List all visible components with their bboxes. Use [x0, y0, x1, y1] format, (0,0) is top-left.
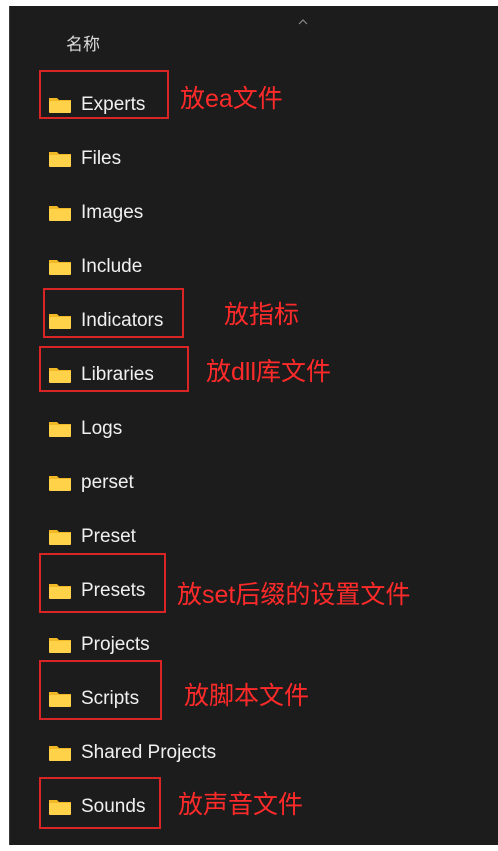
- file-explorer-list: 名称 Experts Files Images Include Indicato…: [9, 6, 498, 845]
- highlight-box-scripts: [39, 660, 162, 720]
- folder-row-projects[interactable]: Projects: [48, 632, 150, 658]
- annotation-sounds: 放声音文件: [178, 791, 304, 819]
- folder-row-perset[interactable]: perset: [48, 470, 134, 496]
- highlight-box-presets: [39, 553, 166, 613]
- folder-icon: [49, 638, 71, 653]
- folder-row-logs[interactable]: Logs: [48, 416, 122, 442]
- folder-icon: [49, 422, 71, 437]
- folder-icon: [49, 152, 71, 167]
- highlight-box-sounds: [39, 777, 161, 829]
- folder-icon: [49, 206, 71, 221]
- folder-label: Files: [81, 148, 122, 169]
- highlight-box-experts: [39, 70, 169, 119]
- folder-label: Images: [81, 202, 144, 223]
- annotation-libraries: 放dll库文件: [206, 358, 332, 386]
- folder-label: Preset: [81, 526, 136, 547]
- folder-label: Shared Projects: [81, 742, 217, 763]
- folder-row-include[interactable]: Include: [48, 254, 142, 280]
- annotation-presets: 放set后缀的设置文件: [177, 581, 411, 609]
- folder-row-files[interactable]: Files: [48, 146, 121, 172]
- folder-icon: [49, 746, 71, 761]
- highlight-box-indicators: [43, 288, 184, 338]
- folder-label: perset: [81, 472, 134, 493]
- folder-row-preset[interactable]: Preset: [48, 524, 136, 550]
- chevron-up-icon[interactable]: [293, 15, 313, 27]
- screenshot-frame: 名称 Experts Files Images Include Indicato…: [0, 0, 498, 851]
- folder-row-shared-projects[interactable]: Shared Projects: [48, 740, 216, 766]
- folder-icon: [49, 476, 71, 491]
- annotation-scripts: 放脚本文件: [184, 682, 310, 710]
- highlight-box-libraries: [39, 346, 189, 392]
- folder-row-images[interactable]: Images: [48, 200, 143, 226]
- column-header-name[interactable]: 名称: [66, 34, 100, 56]
- annotation-experts: 放ea文件: [180, 85, 283, 113]
- folder-label: Logs: [81, 418, 123, 439]
- folder-icon: [49, 530, 71, 545]
- folder-label: Projects: [81, 634, 150, 655]
- folder-label: Include: [81, 256, 143, 277]
- folder-icon: [49, 260, 71, 275]
- annotation-indicators: 放指标: [224, 301, 300, 329]
